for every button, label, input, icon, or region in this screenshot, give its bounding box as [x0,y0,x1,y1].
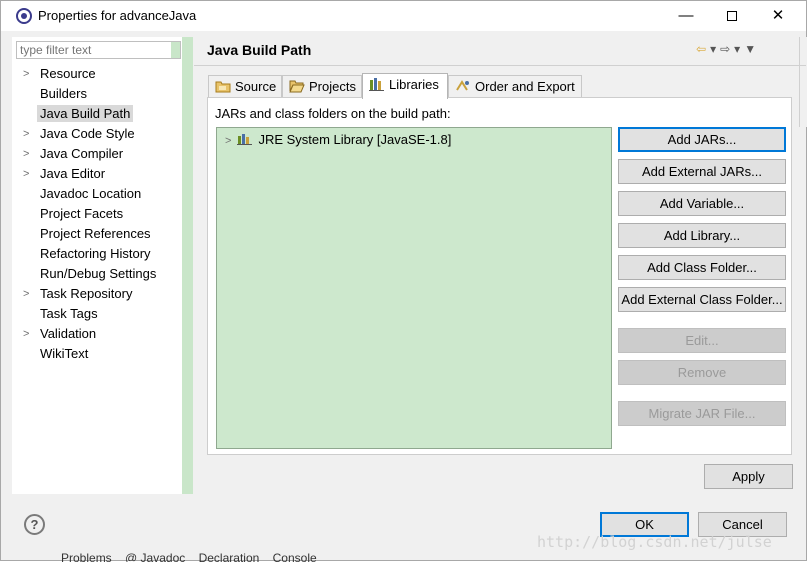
migrate-jar-button[interactable]: Migrate JAR File... [618,401,786,426]
tree-item-label: Project Facets [40,206,124,221]
tab-libraries[interactable]: Libraries [362,73,448,99]
remove-button[interactable]: Remove [618,360,786,385]
tree-item-label: Resource [40,66,96,81]
tree-item-label: Java Build Path [37,105,134,122]
maximize-button[interactable] [709,1,755,31]
tree-item[interactable]: > Java Compiler [12,144,182,164]
expand-arrow-icon[interactable]: > [23,64,29,84]
tree-item[interactable]: Builders [12,84,182,104]
back-arrow-icon[interactable]: ⇦ [696,42,710,56]
library-icon [369,78,384,91]
tree-item[interactable]: Refactoring History [12,244,182,264]
tree-item-label: Task Repository [40,286,133,301]
bottom-tab-problems: Problems [61,551,112,562]
tree-item[interactable]: Javadoc Location [12,184,182,204]
folder-source-icon [215,81,231,93]
tree-item-label: WikiText [40,346,89,361]
category-panel: > Resource Builders Java Build Path > Java Co… [12,37,193,494]
folder-open-icon [289,80,305,93]
tab-libraries-label: Libraries [389,77,439,92]
filter-clear-icon[interactable] [171,42,180,58]
minimize-button[interactable]: — [663,1,709,31]
tree-item[interactable]: > Task Repository [12,284,182,304]
nav-toolbar: ⇦▾⇨▾▼ [696,42,760,56]
tree-item[interactable]: Project References [12,224,182,244]
add-library-button[interactable]: Add Library... [618,223,786,248]
tree-item[interactable]: > Validation [12,324,182,344]
watermark: http://blog.csdn.net/julse [537,533,772,551]
tab-projects[interactable]: Projects [282,75,362,98]
tree-item[interactable]: Run/Debug Settings [12,264,182,284]
tab-source[interactable]: Source [208,75,282,98]
add-class-folder-button[interactable]: Add Class Folder... [618,255,786,280]
expand-arrow-icon[interactable]: > [23,144,29,164]
tab-projects-label: Projects [309,79,356,94]
tree-item[interactable]: Task Tags [12,304,182,324]
page-title: Java Build Path [207,42,312,58]
expand-arrow-icon[interactable]: > [23,124,29,144]
tree-item-label: Refactoring History [40,246,151,261]
category-tree: > Resource Builders Java Build Path > Java Co… [12,64,182,364]
tree-item-label: Task Tags [40,306,98,321]
properties-dialog: Properties for advanceJava — ✕ > Resource… [0,0,807,562]
apply-button[interactable]: Apply [704,464,793,489]
tab-source-label: Source [235,79,277,94]
tree-item[interactable]: WikiText [12,344,182,364]
expand-arrow-icon[interactable]: > [225,135,231,147]
add-external-class-folder-button[interactable]: Add External Class Folder... [618,287,786,312]
bottom-tab-declaration: Declaration [198,551,260,562]
tree-item[interactable]: Java Build Path [12,104,182,124]
help-icon[interactable]: ? [24,514,45,535]
expand-arrow-icon[interactable]: > [23,324,29,344]
bottom-tab-console: Console [272,551,317,562]
title-bar: Properties for advanceJava — ✕ [1,1,806,31]
forward-arrow-icon[interactable]: ⇨ [720,42,734,56]
tree-item[interactable]: > Resource [12,64,182,84]
add-external-jars-button[interactable]: Add External JARs... [618,159,786,184]
view-menu-icon[interactable]: ▼ [744,42,760,56]
tree-item[interactable]: Project Facets [12,204,182,224]
tree-item-label: Javadoc Location [40,186,142,201]
filter-input[interactable] [16,41,181,59]
header-divider [194,65,806,66]
close-button[interactable]: ✕ [755,1,801,31]
expand-arrow-icon[interactable]: > [23,164,29,184]
libraries-panel: JARs and class folders on the build path… [207,97,792,455]
libraries-list[interactable]: > JRE System Library [JavaSE-1.8] [216,127,612,449]
background-view-tabs: Problems @ Javadoc Declaration Console [61,551,421,562]
tab-order-export-label: Order and Export [475,79,575,94]
add-jars-button[interactable]: Add JARs... [618,127,786,152]
eclipse-app-icon [16,8,32,24]
list-item[interactable]: > JRE System Library [JavaSE-1.8] [225,131,451,150]
order-export-icon [456,80,469,91]
tree-item-label: Java Editor [40,166,106,181]
tab-order-export[interactable]: Order and Export [448,75,582,98]
add-variable-button[interactable]: Add Variable... [618,191,786,216]
tree-item-label: Run/Debug Settings [40,266,157,281]
forward-menu-icon[interactable]: ▾ [734,42,744,56]
expand-arrow-icon[interactable]: > [23,284,29,304]
edit-button[interactable]: Edit... [618,328,786,353]
tree-item-label: Builders [40,86,87,101]
libraries-label: JARs and class folders on the build path… [215,106,451,121]
jre-library-label: JRE System Library [JavaSE-1.8] [258,132,452,147]
tree-item[interactable]: > Java Code Style [12,124,182,144]
tree-item-label: Java Compiler [40,146,124,161]
tree-item[interactable]: > Java Editor [12,164,182,184]
bottom-tab-javadoc: @ Javadoc [125,551,186,562]
window-edge [799,37,807,127]
tree-item-label: Java Code Style [40,126,135,141]
tree-item-label: Project References [40,226,151,241]
tree-item-label: Validation [40,326,97,341]
library-icon [237,134,253,145]
maximize-icon [727,11,737,22]
window-title: Properties for advanceJava [38,8,197,23]
back-menu-icon[interactable]: ▾ [710,42,720,56]
